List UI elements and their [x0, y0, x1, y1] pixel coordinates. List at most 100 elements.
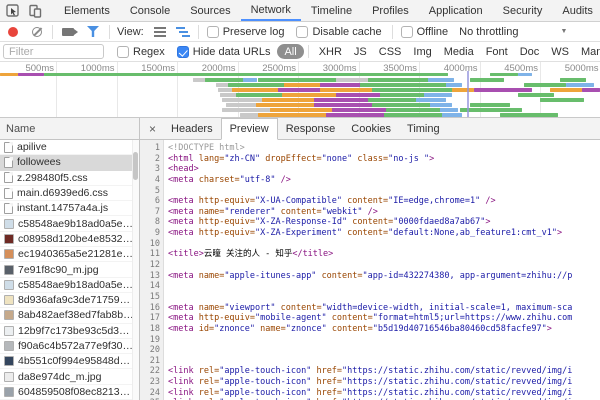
ruler-tick-label: 5000ms [541, 63, 599, 74]
type-filter-all[interactable]: All [277, 44, 303, 59]
waterfall-bar [360, 83, 448, 87]
code-line: <meta http-equiv="X-ZA-Experiment" conte… [168, 228, 600, 239]
type-filter-xhr[interactable]: XHR [313, 45, 348, 59]
tab-application[interactable]: Application [419, 0, 493, 21]
filter-toggle-icon[interactable] [87, 26, 99, 37]
tab-sources[interactable]: Sources [180, 0, 240, 21]
checkbox-box[interactable] [117, 46, 129, 58]
request-name: instant.14757a4a.js [17, 202, 108, 214]
toolbar-checkboxes: Preserve log Disable cache Offline [202, 25, 455, 39]
tab-security[interactable]: Security [493, 0, 553, 21]
line-number: 23 [140, 377, 160, 388]
tab-console[interactable]: Console [120, 0, 180, 21]
overview-view-icon[interactable] [176, 27, 190, 37]
clear-button[interactable] [32, 27, 42, 37]
hide-data-urls-checkbox[interactable]: Hide data URLs [177, 46, 271, 58]
checkbox-box[interactable] [401, 26, 413, 38]
line-number: 24 [140, 388, 160, 399]
request-row[interactable]: c08958d120be4e853230649... [0, 232, 139, 247]
code-line: <meta http-equiv="X-UA-Compatible" conte… [168, 196, 600, 207]
inspect-element-icon[interactable] [6, 4, 20, 18]
type-filter-doc[interactable]: Doc [514, 45, 546, 59]
screenshot-capture-icon[interactable] [62, 28, 74, 36]
request-row[interactable]: ec1940365a5e21281ee71856... [0, 247, 139, 262]
file-doc-icon [4, 188, 13, 199]
device-toolbar-icon[interactable] [28, 4, 42, 18]
waterfall-bar [282, 93, 338, 97]
request-row[interactable]: 604859508f08ec8213573f0e7... [0, 385, 139, 400]
name-column-header[interactable]: Name [0, 118, 139, 140]
record-button[interactable] [8, 27, 18, 37]
request-row[interactable]: c58548ae9b18ad0a5e79fe4e... [0, 216, 139, 231]
waterfall-bar [430, 103, 452, 107]
checkbox-box[interactable] [177, 46, 189, 58]
code-line [168, 356, 600, 367]
tab-timeline[interactable]: Timeline [301, 0, 362, 21]
checkbox-box[interactable] [296, 26, 308, 38]
tab-audits[interactable]: Audits [552, 0, 600, 21]
type-filter-ws[interactable]: WS [545, 45, 575, 59]
large-rows-view-icon[interactable] [154, 27, 166, 37]
tab-profiles[interactable]: Profiles [362, 0, 419, 21]
image-thumbnail-icon [4, 341, 14, 351]
line-number: 1 [140, 143, 160, 154]
waterfall-bar [416, 98, 446, 102]
waterfall-bar [222, 108, 272, 112]
detail-tab-preview[interactable]: Preview [221, 118, 278, 140]
waterfall-bar [240, 113, 260, 117]
detail-tab-headers[interactable]: Headers [163, 118, 221, 139]
waterfall-bar [440, 108, 458, 112]
request-row[interactable]: z.298480f5.css [0, 171, 139, 186]
request-row[interactable]: main.d6939ed6.css [0, 186, 139, 201]
network-overview[interactable]: 500ms1000ms1500ms2000ms2500ms3000ms3500m… [0, 62, 600, 118]
detail-tab-response[interactable]: Response [278, 118, 344, 139]
request-row[interactable]: 7e91f8c90_m.jpg [0, 262, 139, 277]
regex-checkbox[interactable]: Regex [117, 46, 165, 58]
request-row[interactable]: 12b9f7c173be93c5d35fea2d... [0, 324, 139, 339]
tab-elements[interactable]: Elements [54, 0, 120, 21]
waterfall-bar [540, 98, 584, 102]
waterfall-bar [262, 98, 316, 102]
line-number: 13 [140, 271, 160, 282]
code-line: <meta http-equiv="X-ZA-Response-Id" cont… [168, 217, 600, 228]
type-filter-manifest[interactable]: Manifest [575, 45, 600, 59]
line-number: 4 [140, 175, 160, 186]
request-row[interactable]: 8ab482aef38ed7fab8bd4314... [0, 308, 139, 323]
waterfall-bar [518, 93, 554, 97]
throttling-select[interactable]: No throttling ▼ [459, 26, 567, 38]
type-filter-js[interactable]: JS [348, 45, 373, 59]
detail-tab-cookies[interactable]: Cookies [343, 118, 399, 139]
request-row[interactable]: f90a6c4b572a77e9f30de153... [0, 339, 139, 354]
waterfall-bar [446, 83, 462, 87]
type-filter-font[interactable]: Font [480, 45, 514, 59]
filter-input[interactable] [3, 44, 104, 59]
close-detail-icon[interactable]: × [142, 118, 163, 139]
request-row[interactable]: followees [0, 155, 139, 170]
request-row[interactable]: instant.14757a4a.js [0, 201, 139, 216]
request-row[interactable]: da8e974dc_m.jpg [0, 369, 139, 384]
scrollbar-thumb[interactable] [133, 152, 138, 180]
type-filter-css[interactable]: CSS [373, 45, 408, 59]
disable-cache-checkbox[interactable]: Disable cache [296, 26, 381, 38]
line-number-gutter: 1234567891011121314151617181920212223242… [140, 140, 164, 400]
request-row[interactable]: 8d936afa9c3de7175958fae5... [0, 293, 139, 308]
request-name: followees [17, 156, 61, 168]
code-line: <meta name="viewport" content="width=dev… [168, 303, 600, 314]
scrollbar[interactable] [132, 140, 139, 400]
preserve-log-checkbox[interactable]: Preserve log [207, 26, 285, 38]
request-row[interactable]: apilive [0, 140, 139, 155]
tab-network[interactable]: Network [241, 0, 301, 21]
image-thumbnail-icon [4, 249, 14, 259]
offline-checkbox[interactable]: Offline [401, 26, 449, 38]
code-line: <meta name="renderer" content="webkit" /… [168, 207, 600, 218]
waterfall-bar [550, 88, 582, 92]
request-row[interactable]: c58548ae9b18ad0a5e79fe4e... [0, 278, 139, 293]
request-row[interactable]: 4b551c0f994e95848d0dda09... [0, 354, 139, 369]
type-filter-media[interactable]: Media [438, 45, 480, 59]
checkbox-box[interactable] [207, 26, 219, 38]
detail-tab-timing[interactable]: Timing [399, 118, 448, 139]
type-filter-img[interactable]: Img [407, 45, 437, 59]
code-line: <title>云曈 关注的人 - 知乎</title> [168, 249, 600, 260]
waterfall-bar [18, 73, 44, 76]
waterfall-bar [386, 108, 442, 112]
